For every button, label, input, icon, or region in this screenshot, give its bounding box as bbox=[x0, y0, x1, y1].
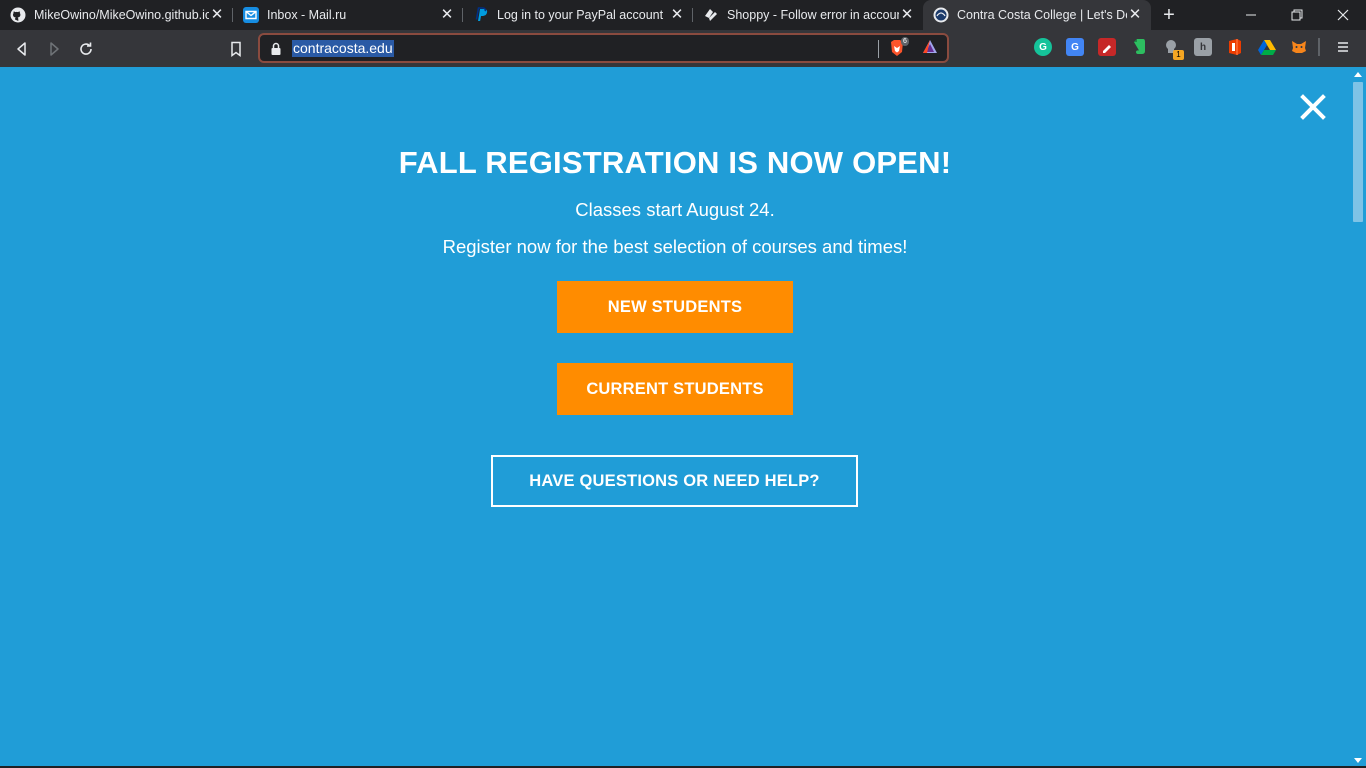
close-tab-icon[interactable]: ✕ bbox=[439, 7, 455, 23]
shoppy-icon bbox=[703, 7, 719, 23]
mailru-icon bbox=[243, 7, 259, 23]
tab-mailru[interactable]: Inbox - Mail.ru ✕ bbox=[233, 0, 463, 30]
restore-icon bbox=[1291, 9, 1303, 21]
classes-start-text: Classes start August 24. bbox=[575, 199, 775, 220]
register-now-text: Register now for the best selection of c… bbox=[442, 236, 908, 257]
restore-button[interactable] bbox=[1274, 0, 1320, 30]
close-window-button[interactable] bbox=[1320, 0, 1366, 30]
bookmark-icon bbox=[231, 41, 241, 57]
tab-title: Inbox - Mail.ru bbox=[267, 8, 347, 22]
tab-github[interactable]: MikeOwino/MikeOwino.github.io ✕ bbox=[0, 0, 233, 30]
help-label: HAVE QUESTIONS OR NEED HELP? bbox=[529, 471, 820, 490]
tab-shoppy[interactable]: Shoppy - Follow error in account ✕ bbox=[693, 0, 923, 30]
close-icon bbox=[1300, 94, 1326, 120]
paypal-icon bbox=[473, 7, 489, 23]
tab-contra-costa[interactable]: Contra Costa College | Let's Do This ✕ bbox=[923, 0, 1151, 30]
minimize-button[interactable] bbox=[1228, 0, 1274, 30]
page-title: FALL REGISTRATION IS NOW OPEN! bbox=[398, 145, 952, 180]
forward-button[interactable] bbox=[42, 37, 66, 61]
new-students-button[interactable]: NEW STUDENTS bbox=[557, 281, 793, 333]
tab-strip: MikeOwino/MikeOwino.github.io ✕ Inbox - … bbox=[0, 0, 1366, 30]
google-translate-icon[interactable]: G bbox=[1066, 38, 1084, 56]
help-button[interactable]: HAVE QUESTIONS OR NEED HELP? bbox=[491, 455, 858, 507]
evernote-icon[interactable] bbox=[1130, 38, 1148, 56]
minimize-icon bbox=[1246, 14, 1256, 16]
back-icon bbox=[17, 42, 26, 56]
close-tab-icon[interactable]: ✕ bbox=[899, 7, 915, 23]
current-students-label: CURRENT STUDENTS bbox=[586, 379, 764, 398]
close-tab-icon[interactable]: ✕ bbox=[669, 7, 685, 23]
lock-icon bbox=[270, 42, 282, 61]
contra-costa-icon bbox=[933, 7, 949, 23]
bookmark-button[interactable] bbox=[224, 37, 248, 61]
tab-title: Shoppy - Follow error in account bbox=[727, 8, 899, 22]
github-icon bbox=[10, 7, 26, 23]
tab-title: Contra Costa College | Let's Do This bbox=[957, 8, 1127, 22]
tab-paypal[interactable]: Log in to your PayPal account ✕ bbox=[463, 0, 693, 30]
page-scrollbar[interactable] bbox=[1350, 67, 1366, 768]
menu-icon[interactable] bbox=[1334, 38, 1352, 56]
close-tab-icon[interactable]: ✕ bbox=[209, 7, 225, 23]
toolbar-divider bbox=[1318, 38, 1320, 56]
close-icon bbox=[1337, 9, 1349, 21]
metamask-icon[interactable] bbox=[1290, 38, 1308, 56]
registration-modal: FALL REGISTRATION IS NOW OPEN! Classes s… bbox=[0, 67, 1350, 768]
tab-title: Log in to your PayPal account bbox=[497, 8, 664, 22]
close-modal-button[interactable] bbox=[1295, 89, 1331, 125]
scroll-thumb[interactable] bbox=[1353, 82, 1363, 222]
forward-icon bbox=[50, 42, 59, 56]
scroll-up-arrow-icon[interactable] bbox=[1354, 72, 1362, 77]
close-tab-icon[interactable]: ✕ bbox=[1127, 7, 1143, 23]
google-drive-icon[interactable] bbox=[1258, 38, 1276, 56]
scroll-down-arrow-icon[interactable] bbox=[1354, 758, 1362, 763]
browser-toolbar: contracosta.edu 6 G G 1 h bbox=[0, 30, 1366, 67]
current-students-button[interactable]: CURRENT STUDENTS bbox=[557, 363, 793, 415]
color-picker-icon[interactable] bbox=[1098, 38, 1116, 56]
omnibox-divider bbox=[878, 40, 879, 58]
grammarly-icon[interactable]: G bbox=[1034, 38, 1052, 56]
new-students-label: NEW STUDENTS bbox=[607, 297, 743, 316]
office-icon[interactable] bbox=[1226, 38, 1244, 56]
brave-rewards-icon[interactable] bbox=[922, 39, 938, 60]
extension-badge-count: 1 bbox=[1173, 50, 1184, 60]
url-text[interactable]: contracosta.edu bbox=[292, 40, 394, 57]
reload-button[interactable] bbox=[74, 37, 98, 61]
back-button[interactable] bbox=[10, 37, 34, 61]
reload-icon bbox=[80, 42, 92, 55]
tab-title: MikeOwino/MikeOwino.github.io bbox=[34, 8, 209, 22]
shields-count-badge: 6 bbox=[901, 37, 909, 46]
h-extension-icon[interactable]: h bbox=[1194, 38, 1212, 56]
address-bar[interactable]: contracosta.edu 6 bbox=[258, 33, 949, 63]
new-tab-button[interactable]: + bbox=[1158, 4, 1180, 26]
